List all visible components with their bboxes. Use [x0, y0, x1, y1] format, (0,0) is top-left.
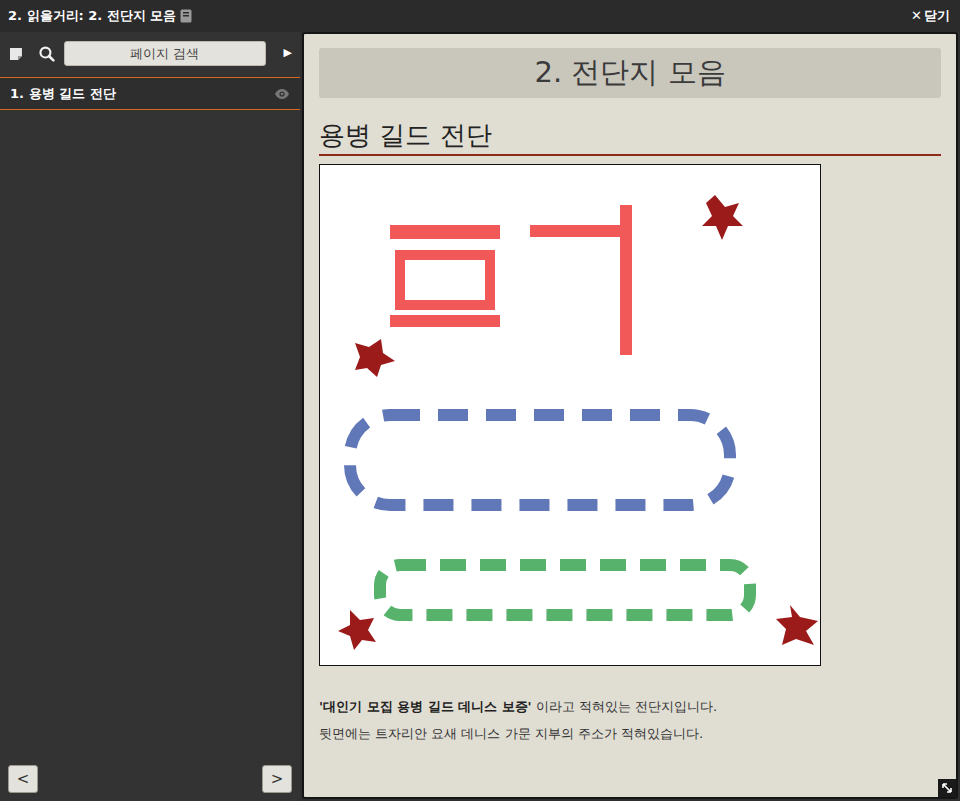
- prev-button[interactable]: <: [8, 765, 38, 793]
- close-icon: ✕: [911, 6, 922, 26]
- expand-button[interactable]: ▶: [284, 45, 292, 62]
- caption-segment: 뒷면에는 트자리안 요새 데니스 가문 지부의 주소가 적혀있습니다.: [319, 726, 703, 741]
- book-icon: [180, 9, 192, 23]
- flyer-image: [319, 164, 821, 666]
- next-button[interactable]: >: [262, 765, 292, 793]
- caption-segment: 이라고 적혀있는 전단지입니다.: [532, 699, 718, 714]
- page-title: 용병 길드 전단: [319, 120, 492, 150]
- resize-icon[interactable]: [938, 779, 956, 797]
- title-bar: 2. 읽을거리: 2. 전단지 모음 ✕ 닫기: [0, 0, 960, 32]
- page-header-text: 2. 전단지 모음: [534, 51, 725, 95]
- search-icon[interactable]: [38, 45, 56, 63]
- search-field[interactable]: [64, 41, 266, 66]
- eye-icon[interactable]: [274, 88, 290, 100]
- close-label: 닫기: [924, 6, 950, 26]
- sidebar-item-label: 1. 용병 길드 전단: [10, 84, 116, 104]
- page-panel: 2. 전단지 모음 용병 길드 전단: [302, 32, 958, 799]
- page-header: 2. 전단지 모음: [319, 48, 941, 98]
- sidebar: ▶ 1. 용병 길드 전단 < >: [0, 32, 300, 801]
- sidebar-item[interactable]: 1. 용병 길드 전단: [0, 78, 300, 110]
- caption-line: 뒷면에는 트자리안 요새 데니스 가문 지부의 주소가 적혀있습니다.: [319, 725, 941, 743]
- caption: '대인기 모집 용병 길드 데니스 보증' 이라고 적혀있는 전단지입니다. 뒷면…: [319, 698, 941, 743]
- note-icon[interactable]: [8, 46, 24, 62]
- caption-line: '대인기 모집 용병 길드 데니스 보증' 이라고 적혀있는 전단지입니다.: [319, 698, 941, 716]
- caption-segment: '대인기 모집 용병 길드 데니스 보증': [319, 699, 532, 714]
- window-title: 2. 읽을거리: 2. 전단지 모음: [8, 6, 176, 26]
- close-button[interactable]: ✕ 닫기: [909, 6, 952, 26]
